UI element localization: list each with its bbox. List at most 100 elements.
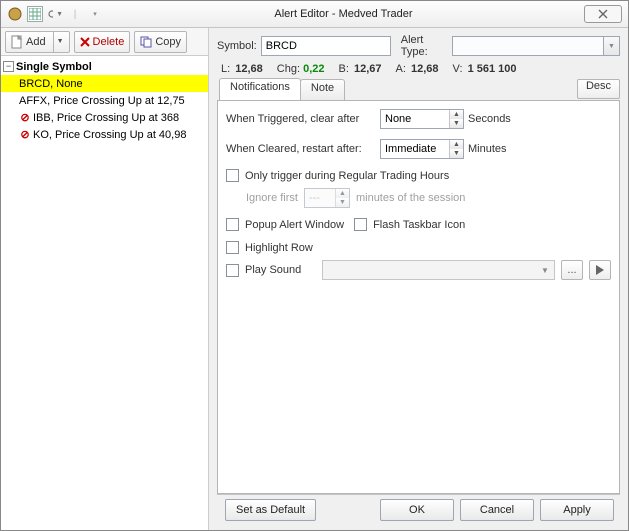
play-sound-checkbox[interactable]	[226, 264, 239, 277]
new-doc-icon	[11, 35, 23, 49]
collapse-icon[interactable]: −	[3, 61, 14, 72]
flash-checkbox[interactable]	[354, 218, 367, 231]
flash-label: Flash Taskbar Icon	[373, 219, 465, 231]
tree-item[interactable]: AFFX, Price Crossing Up at 12,75	[1, 92, 208, 109]
delete-label: Delete	[93, 36, 125, 48]
spin-down-icon: ▼	[336, 198, 349, 207]
flash-checkbox-row[interactable]: Flash Taskbar Icon	[354, 218, 465, 231]
triggered-spinner[interactable]: ▲▼	[380, 109, 464, 129]
ignore-first-spinner: ▲▼	[304, 188, 350, 208]
forbidden-icon: ⊘	[19, 111, 31, 124]
delete-x-icon	[80, 37, 90, 47]
sound-file-combo[interactable]: ▼	[322, 260, 555, 280]
grid-icon[interactable]	[27, 6, 43, 22]
popup-checkbox-row[interactable]: Popup Alert Window	[226, 218, 344, 231]
set-default-button[interactable]: Set as Default	[225, 499, 316, 521]
tab-note[interactable]: Note	[300, 79, 345, 100]
spin-up-icon[interactable]: ▲	[450, 110, 463, 119]
body: Add ▼ Delete Copy − Single Symbol	[1, 28, 628, 530]
right-panel: Symbol: Alert Type: ▼ L: 12,68 Chg: 0,22…	[209, 28, 628, 530]
highlight-checkbox[interactable]	[226, 241, 239, 254]
quote-last: L: 12,68	[221, 63, 263, 75]
regular-hours-checkbox[interactable]	[226, 169, 239, 182]
cancel-button[interactable]: Cancel	[460, 499, 534, 521]
footer: Set as Default OK Cancel Apply	[217, 494, 620, 524]
popup-label: Popup Alert Window	[245, 219, 344, 231]
spin-up-icon[interactable]: ▲	[450, 140, 463, 149]
cleared-spinner[interactable]: ▲▼	[380, 139, 464, 159]
delete-button[interactable]: Delete	[74, 31, 131, 53]
regular-hours-label: Only trigger during Regular Trading Hour…	[245, 170, 449, 182]
tree-item[interactable]: ⊘ IBB, Price Crossing Up at 368	[1, 109, 208, 126]
triggered-label: When Triggered, clear after	[226, 113, 376, 125]
forbidden-icon: ⊘	[19, 128, 31, 141]
browse-sound-button[interactable]: ...	[561, 260, 583, 280]
symbol-row: Symbol: Alert Type: ▼	[217, 34, 620, 58]
titlebar: ▼ | ▾ Alert Editor - Medved Trader	[1, 1, 628, 28]
play-sound-checkbox-row[interactable]: Play Sound	[226, 264, 316, 277]
overflow-dropdown-icon[interactable]: ▾	[87, 6, 103, 22]
quote-bar: L: 12,68 Chg: 0,22 B: 12,67 A: 12,68 V: …	[217, 62, 620, 79]
copy-button[interactable]: Copy	[134, 31, 187, 53]
add-button[interactable]: Add ▼	[5, 31, 70, 53]
tab-notifications[interactable]: Notifications	[219, 78, 301, 100]
add-label: Add	[26, 36, 46, 48]
highlight-label: Highlight Row	[245, 242, 313, 254]
left-toolbar: Add ▼ Delete Copy	[1, 28, 208, 56]
ignore-first-value	[305, 189, 335, 207]
copy-icon	[140, 36, 152, 48]
tabstrip: Notifications Note Desc	[217, 79, 620, 101]
cleared-row: When Cleared, restart after: ▲▼ Minutes	[226, 139, 611, 159]
triggered-row: When Triggered, clear after ▲▼ Seconds	[226, 109, 611, 129]
alerttype-dropdown-icon[interactable]: ▼	[604, 36, 620, 56]
tree-header-row[interactable]: − Single Symbol	[1, 58, 208, 75]
popup-checkbox[interactable]	[226, 218, 239, 231]
app-icon	[7, 6, 23, 22]
alerttype-input[interactable]	[452, 36, 604, 56]
alert-tree[interactable]: − Single Symbol BRCD, None AFFX, Price C…	[1, 56, 208, 530]
cleared-unit: Minutes	[468, 143, 507, 155]
ignore-first-unit: minutes of the session	[356, 192, 465, 204]
apply-button[interactable]: Apply	[540, 499, 614, 521]
tree-item[interactable]: ⊘ KO, Price Crossing Up at 40,98	[1, 126, 208, 143]
link-dropdown-icon[interactable]: ▼	[47, 6, 63, 22]
popup-flash-row: Popup Alert Window Flash Taskbar Icon	[226, 218, 611, 231]
spin-up-icon: ▲	[336, 189, 349, 198]
desc-button[interactable]: Desc	[577, 79, 620, 99]
play-sound-label: Play Sound	[245, 264, 301, 276]
cleared-label: When Cleared, restart after:	[226, 143, 376, 155]
alerttype-label: Alert Type:	[401, 34, 448, 58]
tree-item-label: BRCD, None	[19, 78, 83, 90]
highlight-row[interactable]: Highlight Row	[226, 241, 611, 254]
close-button[interactable]	[584, 5, 622, 23]
notifications-panel: When Triggered, clear after ▲▼ Seconds W…	[217, 101, 620, 494]
ignore-first-row: Ignore first ▲▼ minutes of the session	[226, 188, 611, 208]
play-icon	[596, 265, 604, 275]
play-preview-button[interactable]	[589, 260, 611, 280]
footer-left: Set as Default	[225, 499, 316, 521]
quote-vol: V: 1 561 100	[453, 63, 517, 75]
triggered-unit: Seconds	[468, 113, 511, 125]
left-panel: Add ▼ Delete Copy − Single Symbol	[1, 28, 209, 530]
ok-button[interactable]: OK	[380, 499, 454, 521]
cleared-value[interactable]	[381, 140, 449, 158]
tree-item-label: IBB, Price Crossing Up at 368	[33, 112, 179, 124]
quote-change: Chg: 0,22	[277, 63, 325, 75]
copy-label: Copy	[155, 36, 181, 48]
divider-icon: |	[67, 6, 83, 22]
sound-row: Play Sound ▼ ...	[226, 260, 611, 280]
spin-down-icon[interactable]: ▼	[450, 149, 463, 158]
add-split-icon[interactable]: ▼	[53, 32, 64, 52]
spin-down-icon[interactable]: ▼	[450, 119, 463, 128]
tree-item-label: KO, Price Crossing Up at 40,98	[33, 129, 186, 141]
regular-hours-row[interactable]: Only trigger during Regular Trading Hour…	[226, 169, 611, 182]
tree-item[interactable]: BRCD, None	[1, 75, 208, 92]
quote-bid: B: 12,67	[339, 63, 382, 75]
quote-ask: A: 12,68	[396, 63, 439, 75]
symbol-input[interactable]	[261, 36, 391, 56]
symbol-label: Symbol:	[217, 40, 257, 52]
titlebar-quick-icons: ▼ | ▾	[7, 6, 103, 22]
chevron-down-icon[interactable]: ▼	[538, 266, 552, 275]
window-title: Alert Editor - Medved Trader	[103, 8, 584, 20]
triggered-value[interactable]	[381, 110, 449, 128]
